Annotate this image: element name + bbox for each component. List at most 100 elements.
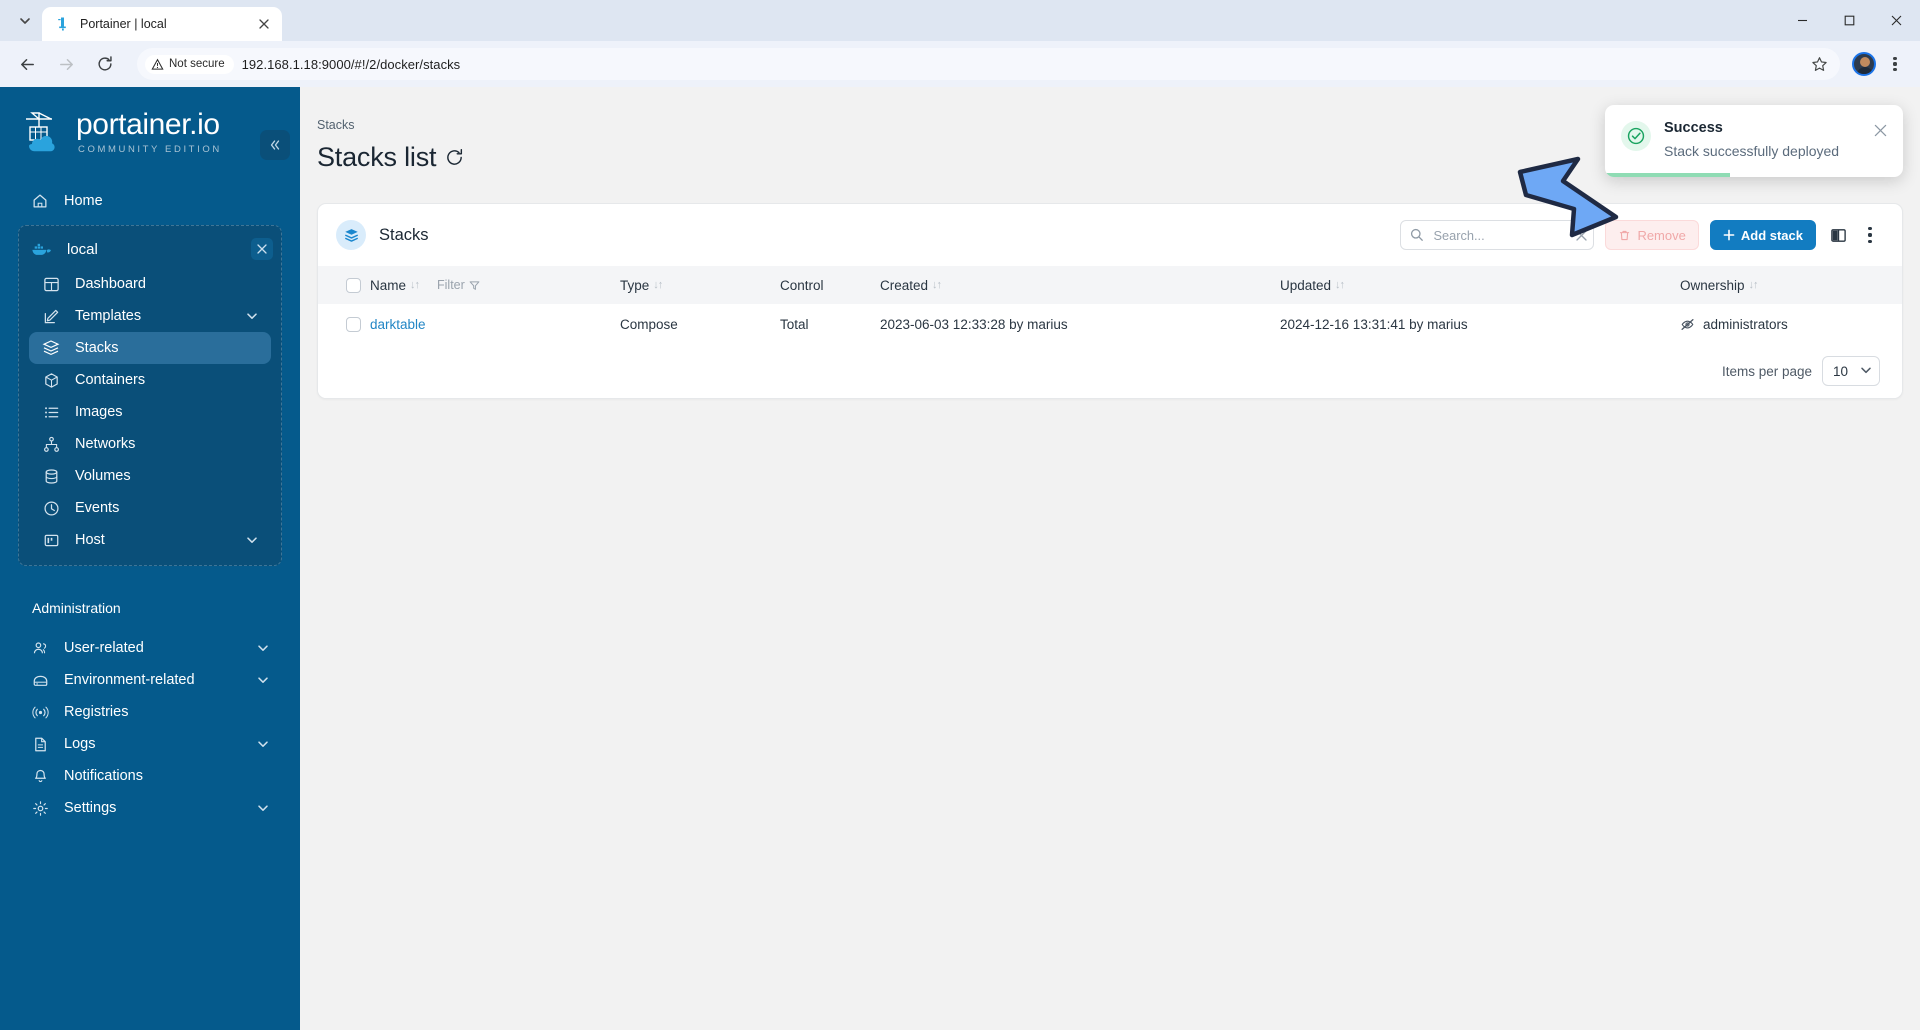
dashboard-icon [41, 274, 61, 294]
card-toolbar: Remove Add stack [1400, 220, 1880, 250]
column-header-updated[interactable]: Updated ↓↑ [1280, 266, 1680, 304]
stack-name-link[interactable]: darktable [370, 317, 426, 332]
table-footer: Items per page 10 [318, 344, 1902, 398]
sidebar-item-notifications[interactable]: Notifications [18, 760, 282, 792]
search-icon [1410, 228, 1424, 242]
column-label: Type [620, 277, 650, 293]
security-indicator[interactable]: Not secure [145, 54, 234, 74]
row-checkbox[interactable] [346, 316, 361, 332]
images-icon [41, 402, 61, 422]
columns-toggle-icon[interactable] [1827, 222, 1849, 248]
environment-close-icon[interactable] [251, 238, 273, 260]
cell-type: Compose [620, 316, 678, 332]
sidebar-item-host[interactable]: Host [29, 524, 271, 556]
security-label: Not secure [169, 58, 225, 70]
minimize-icon[interactable] [1779, 0, 1826, 41]
sidebar-item-settings[interactable]: Settings [18, 792, 282, 824]
vertical-dots-icon[interactable] [1860, 222, 1880, 248]
name-filter-button[interactable]: Filter [437, 278, 480, 292]
clear-search-icon[interactable] [1576, 229, 1588, 241]
toast-close-icon[interactable] [1871, 121, 1889, 139]
stacks-table: Name ↓↑ Filter Type ↓↑ Control Created ↓… [318, 266, 1902, 344]
trash-icon [1618, 229, 1631, 242]
logo-wordmark: portainer.io [76, 107, 220, 141]
environment-name: local [67, 240, 98, 258]
sort-icon[interactable]: ↓↑ [410, 279, 420, 291]
items-per-page-label: Items per page [1721, 363, 1812, 379]
sort-icon[interactable]: ↓↑ [1335, 279, 1345, 291]
eye-off-icon [1680, 317, 1695, 332]
reload-icon[interactable] [88, 47, 122, 81]
chevron-down-icon [245, 533, 259, 547]
close-icon[interactable] [254, 14, 274, 34]
sort-icon[interactable]: ↓↑ [1749, 279, 1759, 291]
networks-icon [41, 434, 61, 454]
items-per-page-select[interactable]: 10 [1822, 356, 1880, 386]
card-header: Stacks Search... Remove Add stack [318, 204, 1902, 266]
logo-subtitle: COMMUNITY EDITION [78, 143, 222, 155]
table-header: Name ↓↑ Filter Type ↓↑ Control Created ↓… [318, 266, 1902, 304]
remove-button[interactable]: Remove [1605, 220, 1699, 250]
warning-triangle-icon [151, 58, 164, 70]
cell-updated: 2024-12-16 13:31:41 by marius [1280, 316, 1468, 332]
sidebar-item-label: User-related [64, 640, 144, 656]
browser-menu-icon[interactable] [1880, 47, 1910, 81]
environment-block: local Dashboard Templates Stacks Contain… [18, 225, 282, 566]
tab-search-icon[interactable] [10, 6, 40, 36]
sidebar-item-templates[interactable]: Templates [29, 300, 271, 332]
add-stack-button[interactable]: Add stack [1709, 220, 1816, 250]
bookmark-star-icon[interactable] [1804, 49, 1834, 79]
host-icon [41, 530, 61, 550]
column-header-created[interactable]: Created ↓↑ [880, 266, 1280, 304]
chevron-down-icon [256, 801, 270, 815]
sidebar-item-containers[interactable]: Containers [29, 364, 271, 396]
search-input[interactable] [1431, 226, 1577, 244]
browser-tab[interactable]: Portainer | local [42, 7, 282, 41]
sidebar-collapse-button[interactable] [260, 130, 290, 160]
environment-header[interactable]: local [19, 233, 281, 265]
events-clock-icon [41, 498, 61, 518]
tab-strip: Portainer | local [0, 0, 1920, 41]
sidebar-item-dashboard[interactable]: Dashboard [29, 268, 271, 300]
items-per-page-value: 10 [1833, 363, 1849, 379]
window-controls [1779, 0, 1920, 41]
gear-icon [30, 798, 50, 818]
column-header-type[interactable]: Type ↓↑ [620, 266, 780, 304]
sidebar-item-label: Notifications [64, 768, 143, 784]
portainer-logo[interactable]: portainer.io COMMUNITY EDITION [0, 87, 300, 177]
sidebar-item-label: Images [75, 404, 123, 420]
sidebar-item-stacks[interactable]: Stacks [29, 332, 271, 364]
sidebar-item-environment-related[interactable]: Environment-related [18, 664, 282, 696]
maximize-icon[interactable] [1826, 0, 1873, 41]
sidebar-item-events[interactable]: Events [29, 492, 271, 524]
sort-icon[interactable]: ↓↑ [653, 279, 663, 291]
sort-icon[interactable]: ↓↑ [932, 279, 942, 291]
avatar[interactable] [1852, 52, 1876, 76]
filter-icon [469, 280, 480, 290]
refresh-icon[interactable] [445, 148, 464, 167]
sidebar-item-networks[interactable]: Networks [29, 428, 271, 460]
chevron-down-icon [256, 641, 270, 655]
table-row[interactable]: darktable Compose Total 2023-06-03 12:33… [318, 304, 1902, 344]
sidebar-item-user-related[interactable]: User-related [18, 632, 282, 664]
sidebar-item-images[interactable]: Images [29, 396, 271, 428]
address-bar[interactable]: Not secure 192.168.1.18:9000/#!/2/docker… [137, 48, 1840, 80]
select-all-checkbox[interactable] [346, 277, 361, 293]
sidebar-item-volumes[interactable]: Volumes [29, 460, 271, 492]
search-input-wrapper[interactable] [1400, 220, 1595, 250]
tab-title: Portainer | local [80, 17, 167, 31]
back-icon[interactable] [10, 47, 44, 81]
ownership-label: administrators [1703, 316, 1788, 332]
sidebar-item-label: Settings [64, 800, 117, 816]
sidebar-item-registries[interactable]: Registries [18, 696, 282, 728]
sidebar-item-logs[interactable]: Logs [18, 728, 282, 760]
window-close-icon[interactable] [1873, 0, 1920, 41]
portainer-favicon [54, 16, 71, 33]
chevron-down-icon [1860, 364, 1872, 379]
sidebar-item-home[interactable]: Home [18, 185, 282, 217]
portainer-crane-icon [22, 106, 68, 158]
forward-icon [49, 47, 83, 81]
column-header-name[interactable]: Name ↓↑ Filter [370, 266, 620, 304]
column-header-ownership[interactable]: Ownership ↓↑ [1680, 266, 1902, 304]
sidebar-item-label: Stacks [75, 340, 119, 356]
